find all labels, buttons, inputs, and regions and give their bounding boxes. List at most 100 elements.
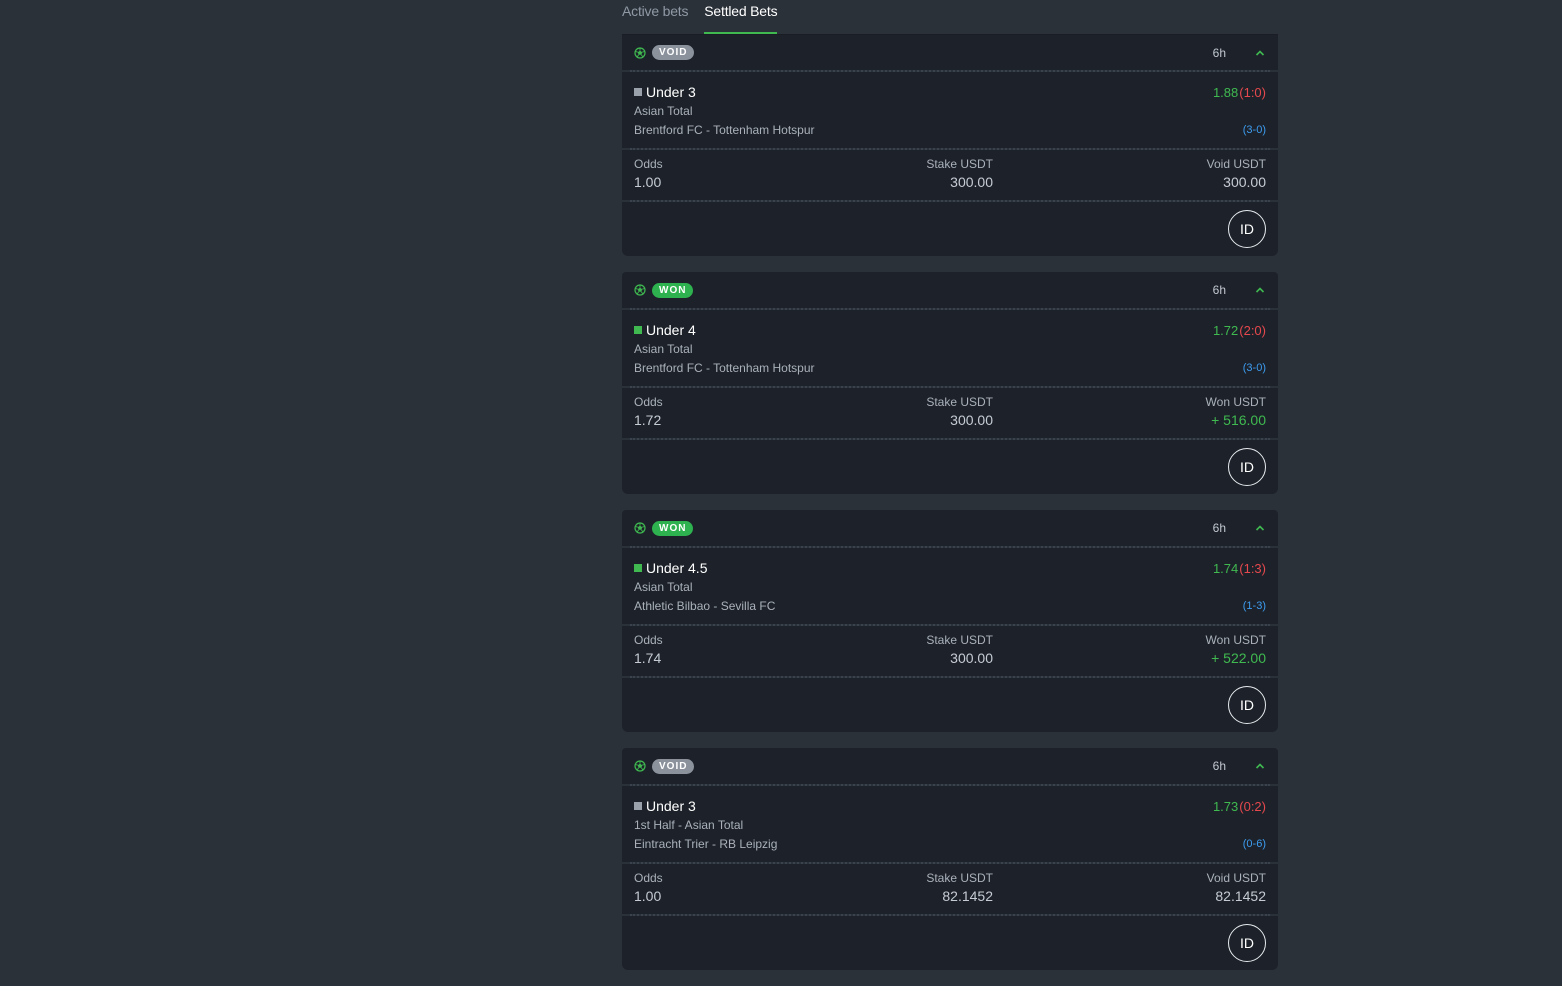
odds-stat: Odds 1.74 bbox=[634, 633, 834, 676]
bet-card-footer: ID bbox=[622, 916, 1278, 970]
bet-card-footer: ID bbox=[622, 440, 1278, 494]
tab-settled-bets[interactable]: Settled Bets bbox=[704, 0, 778, 34]
bet-selection: Under 4 1.72 (2:0) Asian Total Brentford… bbox=[622, 310, 1278, 388]
bet-card: VOID 6h Under 3 1.88 (1:0) Asian Total B… bbox=[622, 35, 1278, 256]
odds-stat: Odds 1.00 bbox=[634, 157, 834, 200]
chevron-up-icon[interactable] bbox=[1254, 284, 1266, 296]
odds-value: 1.00 bbox=[634, 888, 662, 904]
odds-label: Odds bbox=[634, 395, 663, 409]
result-value: + 516.00 bbox=[1211, 412, 1266, 428]
bet-id-button[interactable]: ID bbox=[1228, 924, 1266, 962]
result-value: + 522.00 bbox=[1211, 650, 1266, 666]
final-score: (0-6) bbox=[1242, 838, 1266, 850]
event-name: Eintracht Trier - RB Leipzig bbox=[634, 837, 778, 851]
bet-card: WON 6h Under 4.5 1.74 (1:3) Asian Total … bbox=[622, 510, 1278, 732]
bet-id-button[interactable]: ID bbox=[1228, 686, 1266, 724]
bet-id-button[interactable]: ID bbox=[1228, 210, 1266, 248]
bet-card-header[interactable]: VOID 6h bbox=[622, 35, 1278, 72]
bet-card: VOID 6h Under 3 1.73 (0:2) 1st Half - As… bbox=[622, 748, 1278, 970]
bet-card-footer: ID bbox=[622, 678, 1278, 732]
selection-market: Asian Total bbox=[634, 342, 693, 356]
soccer-ball-icon bbox=[634, 46, 646, 59]
result-stat: Void USDT 300.00 bbox=[1207, 157, 1266, 200]
result-stat: Void USDT 82.1452 bbox=[1207, 871, 1266, 914]
bet-card-header[interactable]: WON 6h bbox=[622, 272, 1278, 310]
chevron-up-icon[interactable] bbox=[1254, 522, 1266, 534]
stake-stat: Stake USDT 82.1452 bbox=[834, 871, 993, 914]
score-at-bet: (2:0) bbox=[1239, 322, 1266, 338]
final-score: (3-0) bbox=[1242, 124, 1266, 136]
score-at-bet: (1:3) bbox=[1239, 560, 1266, 576]
bet-card-header[interactable]: VOID 6h bbox=[622, 748, 1278, 786]
bet-selection: Under 4.5 1.74 (1:3) Asian Total Athleti… bbox=[622, 548, 1278, 626]
odds-value: 1.00 bbox=[634, 174, 662, 190]
selection-price: 1.88 bbox=[1212, 84, 1239, 100]
chevron-up-icon[interactable] bbox=[1254, 47, 1266, 59]
selection-status-marker bbox=[634, 802, 642, 810]
stake-value: 300.00 bbox=[950, 650, 993, 666]
bet-time: 6h bbox=[1212, 283, 1226, 297]
selection-market: 1st Half - Asian Total bbox=[634, 818, 744, 832]
result-label: Won USDT bbox=[1205, 395, 1266, 409]
bet-stats: Odds 1.00 Stake USDT 300.00 Void USDT 30… bbox=[622, 150, 1278, 202]
bet-time: 6h bbox=[1212, 521, 1226, 535]
stake-label: Stake USDT bbox=[926, 395, 993, 409]
result-label: Void USDT bbox=[1206, 157, 1266, 171]
final-score: (3-0) bbox=[1242, 362, 1266, 374]
stake-value: 300.00 bbox=[950, 412, 993, 428]
soccer-ball-icon bbox=[634, 284, 646, 296]
bet-card-header[interactable]: WON 6h bbox=[622, 510, 1278, 548]
status-badge: VOID bbox=[652, 758, 695, 774]
selection-price: 1.73 bbox=[1212, 798, 1239, 814]
selection-price: 1.74 bbox=[1212, 560, 1239, 576]
selection-status-marker bbox=[634, 326, 642, 334]
stake-label: Stake USDT bbox=[926, 157, 993, 171]
result-value: 300.00 bbox=[1223, 174, 1266, 190]
selection-price: 1.72 bbox=[1212, 322, 1239, 338]
selection-pick: Under 4 bbox=[646, 322, 696, 338]
result-value: 82.1452 bbox=[1215, 888, 1266, 904]
odds-stat: Odds 1.00 bbox=[634, 871, 834, 914]
selection-pick: Under 3 bbox=[646, 798, 696, 814]
bet-card: WON 6h Under 4 1.72 (2:0) Asian Total Br… bbox=[622, 272, 1278, 494]
stake-stat: Stake USDT 300.00 bbox=[834, 157, 993, 200]
bet-id-button[interactable]: ID bbox=[1228, 448, 1266, 486]
selection-market: Asian Total bbox=[634, 580, 693, 594]
bet-selection: Under 3 1.73 (0:2) 1st Half - Asian Tota… bbox=[622, 786, 1278, 864]
status-badge: WON bbox=[652, 282, 694, 298]
tab-active-bets[interactable]: Active bets bbox=[622, 0, 688, 30]
odds-value: 1.74 bbox=[634, 650, 662, 666]
event-name: Athletic Bilbao - Sevilla FC bbox=[634, 599, 776, 613]
stake-stat: Stake USDT 300.00 bbox=[834, 633, 993, 676]
stake-label: Stake USDT bbox=[926, 633, 993, 647]
final-score: (1-3) bbox=[1242, 600, 1266, 612]
bet-list: VOID 6h Under 3 1.88 (1:0) Asian Total B… bbox=[622, 35, 1278, 970]
selection-market: Asian Total bbox=[634, 104, 693, 118]
selection-status-marker bbox=[634, 88, 642, 96]
bet-tabs: Active bets Settled Bets bbox=[622, 0, 1278, 35]
selection-pick: Under 4.5 bbox=[646, 560, 708, 576]
bet-time: 6h bbox=[1212, 45, 1226, 60]
bet-stats: Odds 1.74 Stake USDT 300.00 Won USDT + 5… bbox=[622, 626, 1278, 678]
bet-selection: Under 3 1.88 (1:0) Asian Total Brentford… bbox=[622, 72, 1278, 150]
bets-panel: Active bets Settled Bets VOID 6h Under 3… bbox=[622, 0, 1278, 986]
odds-label: Odds bbox=[634, 157, 663, 171]
result-label: Won USDT bbox=[1205, 633, 1266, 647]
selection-status-marker bbox=[634, 564, 642, 572]
status-badge: WON bbox=[652, 520, 694, 536]
score-at-bet: (0:2) bbox=[1239, 798, 1266, 814]
stake-value: 300.00 bbox=[950, 174, 993, 190]
chevron-up-icon[interactable] bbox=[1254, 760, 1266, 772]
bet-stats: Odds 1.00 Stake USDT 82.1452 Void USDT 8… bbox=[622, 864, 1278, 916]
soccer-ball-icon bbox=[634, 522, 646, 534]
bet-stats: Odds 1.72 Stake USDT 300.00 Won USDT + 5… bbox=[622, 388, 1278, 440]
event-name: Brentford FC - Tottenham Hotspur bbox=[634, 123, 815, 137]
score-at-bet: (1:0) bbox=[1239, 84, 1266, 100]
soccer-ball-icon bbox=[634, 760, 646, 772]
odds-value: 1.72 bbox=[634, 412, 662, 428]
event-name: Brentford FC - Tottenham Hotspur bbox=[634, 361, 815, 375]
odds-stat: Odds 1.72 bbox=[634, 395, 834, 438]
odds-label: Odds bbox=[634, 633, 663, 647]
odds-label: Odds bbox=[634, 871, 663, 885]
result-stat: Won USDT + 516.00 bbox=[1206, 395, 1266, 438]
